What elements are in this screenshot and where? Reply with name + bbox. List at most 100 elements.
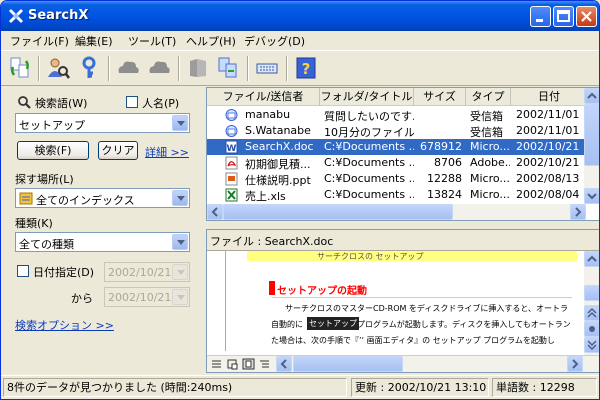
chevron-down-icon[interactable] — [172, 289, 188, 305]
menu-tools[interactable]: ツール(T) — [128, 33, 176, 49]
from-label: から — [71, 292, 93, 305]
scroll-thumb[interactable] — [584, 285, 599, 301]
chevron-down-icon[interactable] — [172, 115, 188, 131]
search-button[interactable]: 検索(F) — [17, 141, 89, 160]
table-row-selected[interactable]: W SearchX.doc C:¥Documents ... 678912 Mi… — [207, 139, 585, 155]
prev-page-button[interactable] — [584, 305, 599, 321]
column-header-file[interactable]: ファイル/送信者 — [207, 88, 320, 106]
minimize-button[interactable] — [530, 6, 551, 27]
chevron-down-icon — [587, 193, 597, 200]
date-to-value: 2002/10/21 — [108, 291, 172, 304]
search-options-link[interactable]: 検索オプション >> — [15, 317, 114, 333]
double-down-icon — [587, 340, 597, 351]
table-row[interactable]: 仕様説明.ppt C:¥Documents ... 12288 Micro...… — [207, 171, 585, 187]
search-key-icon[interactable] — [77, 55, 103, 81]
search-person-icon[interactable] — [45, 55, 71, 81]
detail-link[interactable]: 詳細 >> — [145, 144, 189, 160]
refresh-icon[interactable] — [7, 55, 33, 81]
table-row[interactable]: 売上.xls C:¥Documents ... 13824 Micro... 2… — [207, 187, 585, 204]
print-layout-icon[interactable] — [242, 358, 255, 370]
date-from-combo[interactable]: 2002/10/21 — [104, 262, 190, 282]
app-icon — [8, 8, 24, 24]
hscroll-thumb[interactable] — [223, 204, 453, 220]
outline-view-icon[interactable] — [258, 358, 271, 370]
row-type: Micro... — [470, 188, 510, 201]
row-date: 2002/11/01 — [516, 108, 580, 121]
search-icon — [18, 96, 31, 109]
row-folder: C:¥Documents ... — [324, 172, 414, 185]
list-vertical-scrollbar[interactable] — [584, 88, 599, 204]
scroll-up-button[interactable] — [584, 88, 599, 104]
double-up-icon — [587, 307, 597, 318]
hscroll-thumb[interactable] — [293, 356, 403, 372]
keyboard-icon[interactable] — [254, 55, 280, 81]
table-row[interactable]: 初期御見積... C:¥Documents ... 8706 Adobe... … — [207, 155, 585, 171]
date-checkbox[interactable] — [17, 265, 29, 277]
table-row[interactable]: manabu 質問したいのです... 受信箱 2002/11/01 — [207, 107, 585, 123]
menu-file[interactable]: ファイル(F) — [10, 33, 69, 49]
preview-vertical-scrollbar[interactable] — [584, 251, 599, 355]
copy-icon[interactable] — [215, 55, 241, 81]
word-icon: W — [225, 140, 238, 154]
web-view-icon[interactable] — [226, 358, 239, 370]
scroll-right-button[interactable] — [567, 356, 583, 372]
maximize-button[interactable] — [553, 6, 574, 27]
cloud-2-icon[interactable] — [146, 55, 172, 81]
menu-debug[interactable]: デバッグ(D) — [244, 33, 305, 49]
circle-icon — [589, 326, 595, 332]
preview-line-2a: 自動的に — [271, 320, 303, 329]
title-bar[interactable]: SearchX — [1, 1, 599, 31]
preview-document[interactable]: サーチクロスの セットアップ セットアップの起動 サーチクロスのマスターCD-R… — [207, 250, 599, 372]
scroll-left-button[interactable] — [276, 356, 292, 372]
chevron-up-icon — [587, 255, 597, 262]
search-panel: 検索語(W) 人名(P) セットアップ 検索(F) クリア 詳細 >> 探す場所… — [1, 87, 201, 373]
scroll-down-button[interactable] — [584, 188, 599, 204]
scroll-up-button[interactable] — [584, 251, 599, 267]
column-header-type[interactable]: タイプ — [466, 88, 511, 106]
column-header-size[interactable]: サイズ — [414, 88, 466, 106]
normal-view-icon[interactable] — [210, 358, 223, 370]
person-checkbox[interactable] — [126, 96, 138, 108]
app-window: SearchX ファイル(F) 編集(E) ツール(T) ヘルプ(H) デバッグ… — [0, 0, 600, 400]
chevron-down-icon[interactable] — [172, 234, 188, 250]
scroll-thumb[interactable] — [584, 104, 599, 166]
row-date: 2002/11/01 — [516, 124, 580, 137]
location-combo[interactable]: 全てのインデックス — [15, 188, 190, 208]
scroll-left-button[interactable] — [207, 204, 223, 220]
chevron-down-icon[interactable] — [172, 264, 188, 280]
select-browse-button[interactable] — [584, 321, 599, 337]
heading-underline — [272, 297, 572, 298]
clear-button[interactable]: クリア — [98, 141, 138, 160]
preview-bottom-bar — [207, 355, 599, 372]
menu-help[interactable]: ヘルプ(H) — [186, 33, 236, 49]
row-date: 2002/10/21 — [516, 156, 580, 169]
status-message: 8件のデータが見つかりました (時間:240ms) — [3, 378, 347, 397]
help-icon[interactable]: ? — [293, 55, 319, 81]
cloud-1-icon[interactable] — [115, 55, 141, 81]
results-list: ファイル/送信者 フォルダ/タイトル サイズ タイプ 日付 manabu 質問し… — [206, 87, 599, 221]
column-header-date[interactable]: 日付 — [511, 88, 587, 106]
close-button[interactable] — [576, 6, 597, 27]
status-word-count: 単語数 : 12298 — [492, 378, 597, 397]
toolbar-separator — [38, 56, 40, 81]
chevron-right-icon — [572, 359, 579, 369]
location-label: 探す場所(L) — [15, 173, 74, 186]
mail-icon — [225, 109, 238, 121]
chevron-right-icon — [575, 207, 582, 217]
date-to-combo[interactable]: 2002/10/21 — [104, 287, 190, 307]
chevron-down-icon[interactable] — [172, 190, 188, 206]
toolbar-separator — [178, 56, 180, 81]
keyword-combo[interactable]: セットアップ — [15, 113, 190, 133]
type-combo[interactable]: 全ての種類 — [15, 232, 190, 252]
list-horizontal-scrollbar[interactable] — [207, 204, 586, 220]
document-margin-rule — [225, 251, 226, 351]
scroll-right-button[interactable] — [570, 204, 586, 220]
menu-edit[interactable]: 編集(E) — [75, 33, 113, 49]
folder-icon[interactable] — [185, 55, 211, 81]
status-bar: 8件のデータが見つかりました (時間:240ms) 更新 : 2002/10/2… — [1, 375, 599, 399]
row-folder: C:¥Documents ... — [324, 140, 414, 153]
next-page-button[interactable] — [584, 337, 599, 353]
column-header-folder[interactable]: フォルダ/タイトル — [320, 88, 414, 106]
table-row[interactable]: S.Watanabe 10月分のファイル... 受信箱 2002/11/01 — [207, 123, 585, 139]
svg-text:?: ? — [302, 60, 311, 78]
